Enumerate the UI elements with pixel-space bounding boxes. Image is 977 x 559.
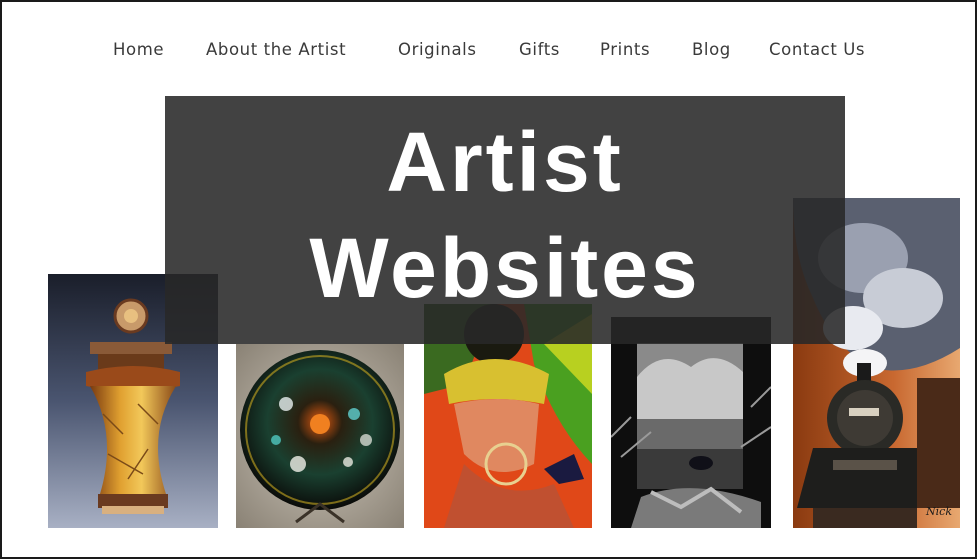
nav-about-the-artist[interactable]: About the Artist <box>206 40 346 59</box>
nav-contact-us[interactable]: Contact Us <box>769 40 865 59</box>
nav-blog[interactable]: Blog <box>692 40 731 59</box>
main-nav: Home About the Artist Originals Gifts Pr… <box>2 40 975 66</box>
hero-title-line-1: Artist <box>386 115 624 209</box>
hero-title-line-2: Websites <box>309 221 701 315</box>
nav-prints[interactable]: Prints <box>600 40 650 59</box>
page: Home About the Artist Originals Gifts Pr… <box>0 0 977 559</box>
hero-banner: Artist Websites <box>165 96 845 344</box>
nav-gifts[interactable]: Gifts <box>519 40 560 59</box>
artist-signature-text: Nick <box>926 505 952 518</box>
nav-home[interactable]: Home <box>113 40 164 59</box>
artwork-landscape-image[interactable] <box>611 317 771 528</box>
nav-originals[interactable]: Originals <box>398 40 477 59</box>
artwork-plate-image[interactable] <box>236 344 404 528</box>
